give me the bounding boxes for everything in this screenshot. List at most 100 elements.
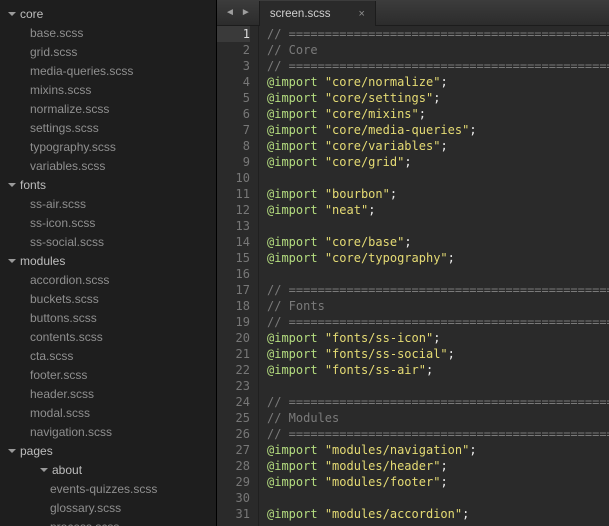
line-number[interactable]: 4 xyxy=(217,74,250,90)
line-number[interactable]: 3 xyxy=(217,58,250,74)
line-number[interactable]: 28 xyxy=(217,458,250,474)
file-buttons-scss[interactable]: buttons.scss xyxy=(0,308,216,327)
code-line[interactable]: // =====================================… xyxy=(267,314,609,330)
folder-about[interactable]: about xyxy=(0,460,216,479)
tab-back-icon[interactable]: ◄ xyxy=(225,7,235,18)
file-glossary-scss[interactable]: glossary.scss xyxy=(0,498,216,517)
close-icon[interactable]: × xyxy=(359,8,365,20)
code-line[interactable]: @import "modules/navigation"; xyxy=(267,442,609,458)
code-line[interactable]: // =====================================… xyxy=(267,426,609,442)
file-process-scss[interactable]: process.scss xyxy=(0,517,216,526)
code-line[interactable]: @import "core/typography"; xyxy=(267,250,609,266)
line-number[interactable]: 12 xyxy=(217,202,250,218)
line-number[interactable]: 29 xyxy=(217,474,250,490)
line-number[interactable]: 19 xyxy=(217,314,250,330)
code-line[interactable]: // =====================================… xyxy=(267,58,609,74)
chevron-down-icon[interactable] xyxy=(8,183,16,187)
line-number[interactable]: 5 xyxy=(217,90,250,106)
code-line[interactable] xyxy=(267,170,609,186)
chevron-down-icon[interactable] xyxy=(8,259,16,263)
code-line[interactable]: @import "fonts/ss-social"; xyxy=(267,346,609,362)
code-line[interactable] xyxy=(267,490,609,506)
file-ss-social-scss[interactable]: ss-social.scss xyxy=(0,232,216,251)
code-line[interactable]: @import "modules/footer"; xyxy=(267,474,609,490)
code-line[interactable]: @import "core/settings"; xyxy=(267,90,609,106)
file-ss-icon-scss[interactable]: ss-icon.scss xyxy=(0,213,216,232)
file-tree[interactable]: corebase.scssgrid.scssmedia-queries.scss… xyxy=(0,0,217,526)
file-accordion-scss[interactable]: accordion.scss xyxy=(0,270,216,289)
file-footer-scss[interactable]: footer.scss xyxy=(0,365,216,384)
code-line[interactable] xyxy=(267,378,609,394)
line-number[interactable]: 18 xyxy=(217,298,250,314)
file-events-quizzes-scss[interactable]: events-quizzes.scss xyxy=(0,479,216,498)
code-line[interactable]: @import "core/normalize"; xyxy=(267,74,609,90)
folder-core[interactable]: core xyxy=(0,4,216,23)
folder-pages[interactable]: pages xyxy=(0,441,216,460)
file-navigation-scss[interactable]: navigation.scss xyxy=(0,422,216,441)
line-number[interactable]: 13 xyxy=(217,218,250,234)
file-header-scss[interactable]: header.scss xyxy=(0,384,216,403)
line-number[interactable]: 25 xyxy=(217,410,250,426)
file-contents-scss[interactable]: contents.scss xyxy=(0,327,216,346)
file-settings-scss[interactable]: settings.scss xyxy=(0,118,216,137)
chevron-down-icon[interactable] xyxy=(40,468,48,472)
code-line[interactable]: @import "bourbon"; xyxy=(267,186,609,202)
line-number[interactable]: 31 xyxy=(217,506,250,522)
line-number[interactable]: 7 xyxy=(217,122,250,138)
file-variables-scss[interactable]: variables.scss xyxy=(0,156,216,175)
code-line[interactable]: // =====================================… xyxy=(267,282,609,298)
line-number[interactable]: 22 xyxy=(217,362,250,378)
line-number[interactable]: 20 xyxy=(217,330,250,346)
file-normalize-scss[interactable]: normalize.scss xyxy=(0,99,216,118)
tab-screen-scss[interactable]: screen.scss × xyxy=(259,1,376,26)
file-ss-air-scss[interactable]: ss-air.scss xyxy=(0,194,216,213)
code-line[interactable] xyxy=(267,266,609,282)
chevron-down-icon[interactable] xyxy=(8,449,16,453)
line-number[interactable]: 8 xyxy=(217,138,250,154)
code-line[interactable]: // Modules xyxy=(267,410,609,426)
line-number[interactable]: 1 xyxy=(217,26,250,42)
code-line[interactable]: @import "core/media-queries"; xyxy=(267,122,609,138)
line-number[interactable]: 23 xyxy=(217,378,250,394)
line-number[interactable]: 21 xyxy=(217,346,250,362)
chevron-down-icon[interactable] xyxy=(8,12,16,16)
code-line[interactable]: // Core xyxy=(267,42,609,58)
file-modal-scss[interactable]: modal.scss xyxy=(0,403,216,422)
code-content[interactable]: // =====================================… xyxy=(259,26,609,526)
line-number[interactable]: 11 xyxy=(217,186,250,202)
code-line[interactable]: // =====================================… xyxy=(267,26,609,42)
file-mixins-scss[interactable]: mixins.scss xyxy=(0,80,216,99)
line-number[interactable]: 27 xyxy=(217,442,250,458)
file-cta-scss[interactable]: cta.scss xyxy=(0,346,216,365)
line-number[interactable]: 15 xyxy=(217,250,250,266)
code-line[interactable]: @import "core/grid"; xyxy=(267,154,609,170)
file-base-scss[interactable]: base.scss xyxy=(0,23,216,42)
file-grid-scss[interactable]: grid.scss xyxy=(0,42,216,61)
line-number[interactable]: 26 xyxy=(217,426,250,442)
code-line[interactable] xyxy=(267,218,609,234)
code-line[interactable]: @import "fonts/ss-air"; xyxy=(267,362,609,378)
line-number[interactable]: 2 xyxy=(217,42,250,58)
code-line[interactable]: @import "core/mixins"; xyxy=(267,106,609,122)
line-gutter[interactable]: 1234567891011121314151617181920212223242… xyxy=(217,26,259,526)
line-number[interactable]: 10 xyxy=(217,170,250,186)
code-line[interactable]: @import "fonts/ss-icon"; xyxy=(267,330,609,346)
line-number[interactable]: 16 xyxy=(217,266,250,282)
file-typography-scss[interactable]: typography.scss xyxy=(0,137,216,156)
line-number[interactable]: 14 xyxy=(217,234,250,250)
file-media-queries-scss[interactable]: media-queries.scss xyxy=(0,61,216,80)
line-number[interactable]: 6 xyxy=(217,106,250,122)
code-line[interactable]: @import "modules/header"; xyxy=(267,458,609,474)
folder-modules[interactable]: modules xyxy=(0,251,216,270)
line-number[interactable]: 9 xyxy=(217,154,250,170)
file-buckets-scss[interactable]: buckets.scss xyxy=(0,289,216,308)
code-line[interactable]: @import "core/variables"; xyxy=(267,138,609,154)
folder-fonts[interactable]: fonts xyxy=(0,175,216,194)
line-number[interactable]: 17 xyxy=(217,282,250,298)
code-line[interactable]: // Fonts xyxy=(267,298,609,314)
code-line[interactable]: // =====================================… xyxy=(267,394,609,410)
line-number[interactable]: 30 xyxy=(217,490,250,506)
code-line[interactable]: @import "modules/accordion"; xyxy=(267,506,609,522)
code-line[interactable]: @import "core/base"; xyxy=(267,234,609,250)
tab-forward-icon[interactable]: ► xyxy=(241,7,251,18)
